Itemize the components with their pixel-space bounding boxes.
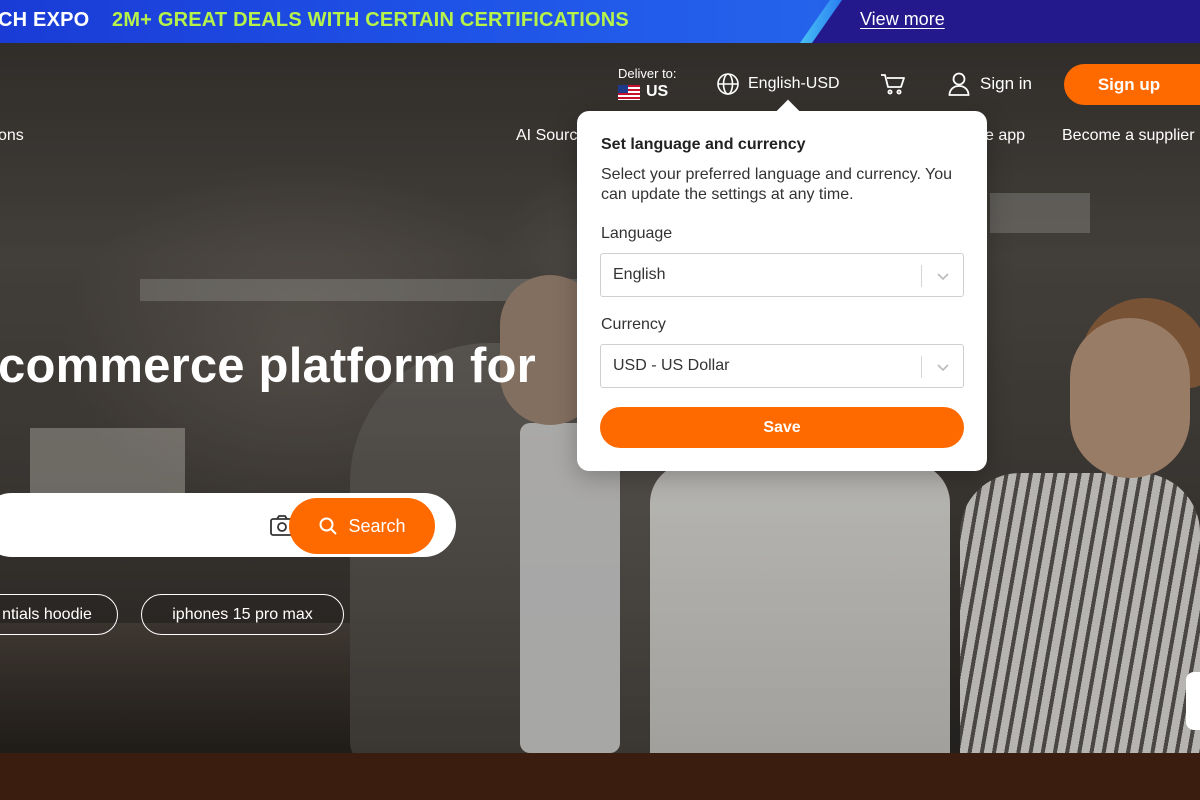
search-icon: [319, 517, 338, 535]
save-button[interactable]: Save: [600, 407, 964, 448]
search-button-label: Search: [348, 515, 406, 536]
select-divider: [921, 265, 922, 287]
us-flag-icon: [618, 84, 640, 100]
globe-icon: [717, 73, 739, 95]
hero-headline: commerce platform for: [0, 339, 536, 393]
popover-description: Select your preferred language and curre…: [601, 166, 953, 203]
search-button[interactable]: Search: [289, 498, 435, 554]
promo-banner[interactable]: CH EXPO 2M+ GREAT DEALS WITH CERTAIN CER…: [0, 0, 1200, 43]
language-currency-selector[interactable]: English-USD: [716, 72, 840, 96]
deliver-country: US: [646, 83, 669, 100]
sign-in-link[interactable]: Sign in: [948, 72, 1032, 96]
language-currency-label: English-USD: [748, 75, 840, 92]
side-feedback-tab[interactable]: [1186, 672, 1200, 730]
view-more-link[interactable]: View more: [860, 9, 945, 30]
language-select-value: English: [613, 266, 666, 283]
deliver-label: Deliver to:: [618, 66, 677, 81]
bottom-strip: [0, 753, 1200, 800]
nav-item-app[interactable]: e app: [985, 127, 1025, 145]
currency-label: Currency: [601, 316, 666, 333]
sign-up-button[interactable]: Sign up: [1064, 64, 1200, 105]
currency-select[interactable]: USD - US Dollar: [600, 344, 964, 388]
deliver-to[interactable]: Deliver to: US: [618, 66, 677, 101]
language-currency-popover: Set language and currency Select your pr…: [577, 111, 987, 471]
nav-item-ai-sourcing[interactable]: AI Sourc: [516, 127, 577, 145]
nav-item-left[interactable]: ons: [0, 127, 24, 145]
sign-in-label: Sign in: [980, 74, 1032, 93]
user-icon: [948, 72, 970, 96]
suggested-search-chip[interactable]: ntials hoodie: [0, 594, 118, 635]
language-label: Language: [601, 225, 673, 242]
chevron-down-icon: [937, 273, 949, 281]
search-input[interactable]: [3, 508, 223, 544]
popover-title: Set language and currency: [601, 136, 806, 153]
cart-icon[interactable]: [880, 72, 906, 96]
chevron-down-icon: [937, 364, 949, 372]
promo-brand-text: CH EXPO: [0, 9, 90, 31]
currency-select-value: USD - US Dollar: [613, 357, 730, 374]
promo-headline: 2M+ GREAT DEALS WITH CERTAIN CERTIFICATI…: [112, 9, 629, 31]
suggested-search-chip[interactable]: iphones 15 pro max: [141, 594, 344, 635]
language-select[interactable]: English: [600, 253, 964, 297]
search-bar: Search: [0, 493, 456, 557]
nav-item-become-supplier[interactable]: Become a supplier: [1062, 127, 1195, 145]
select-divider: [921, 356, 922, 378]
